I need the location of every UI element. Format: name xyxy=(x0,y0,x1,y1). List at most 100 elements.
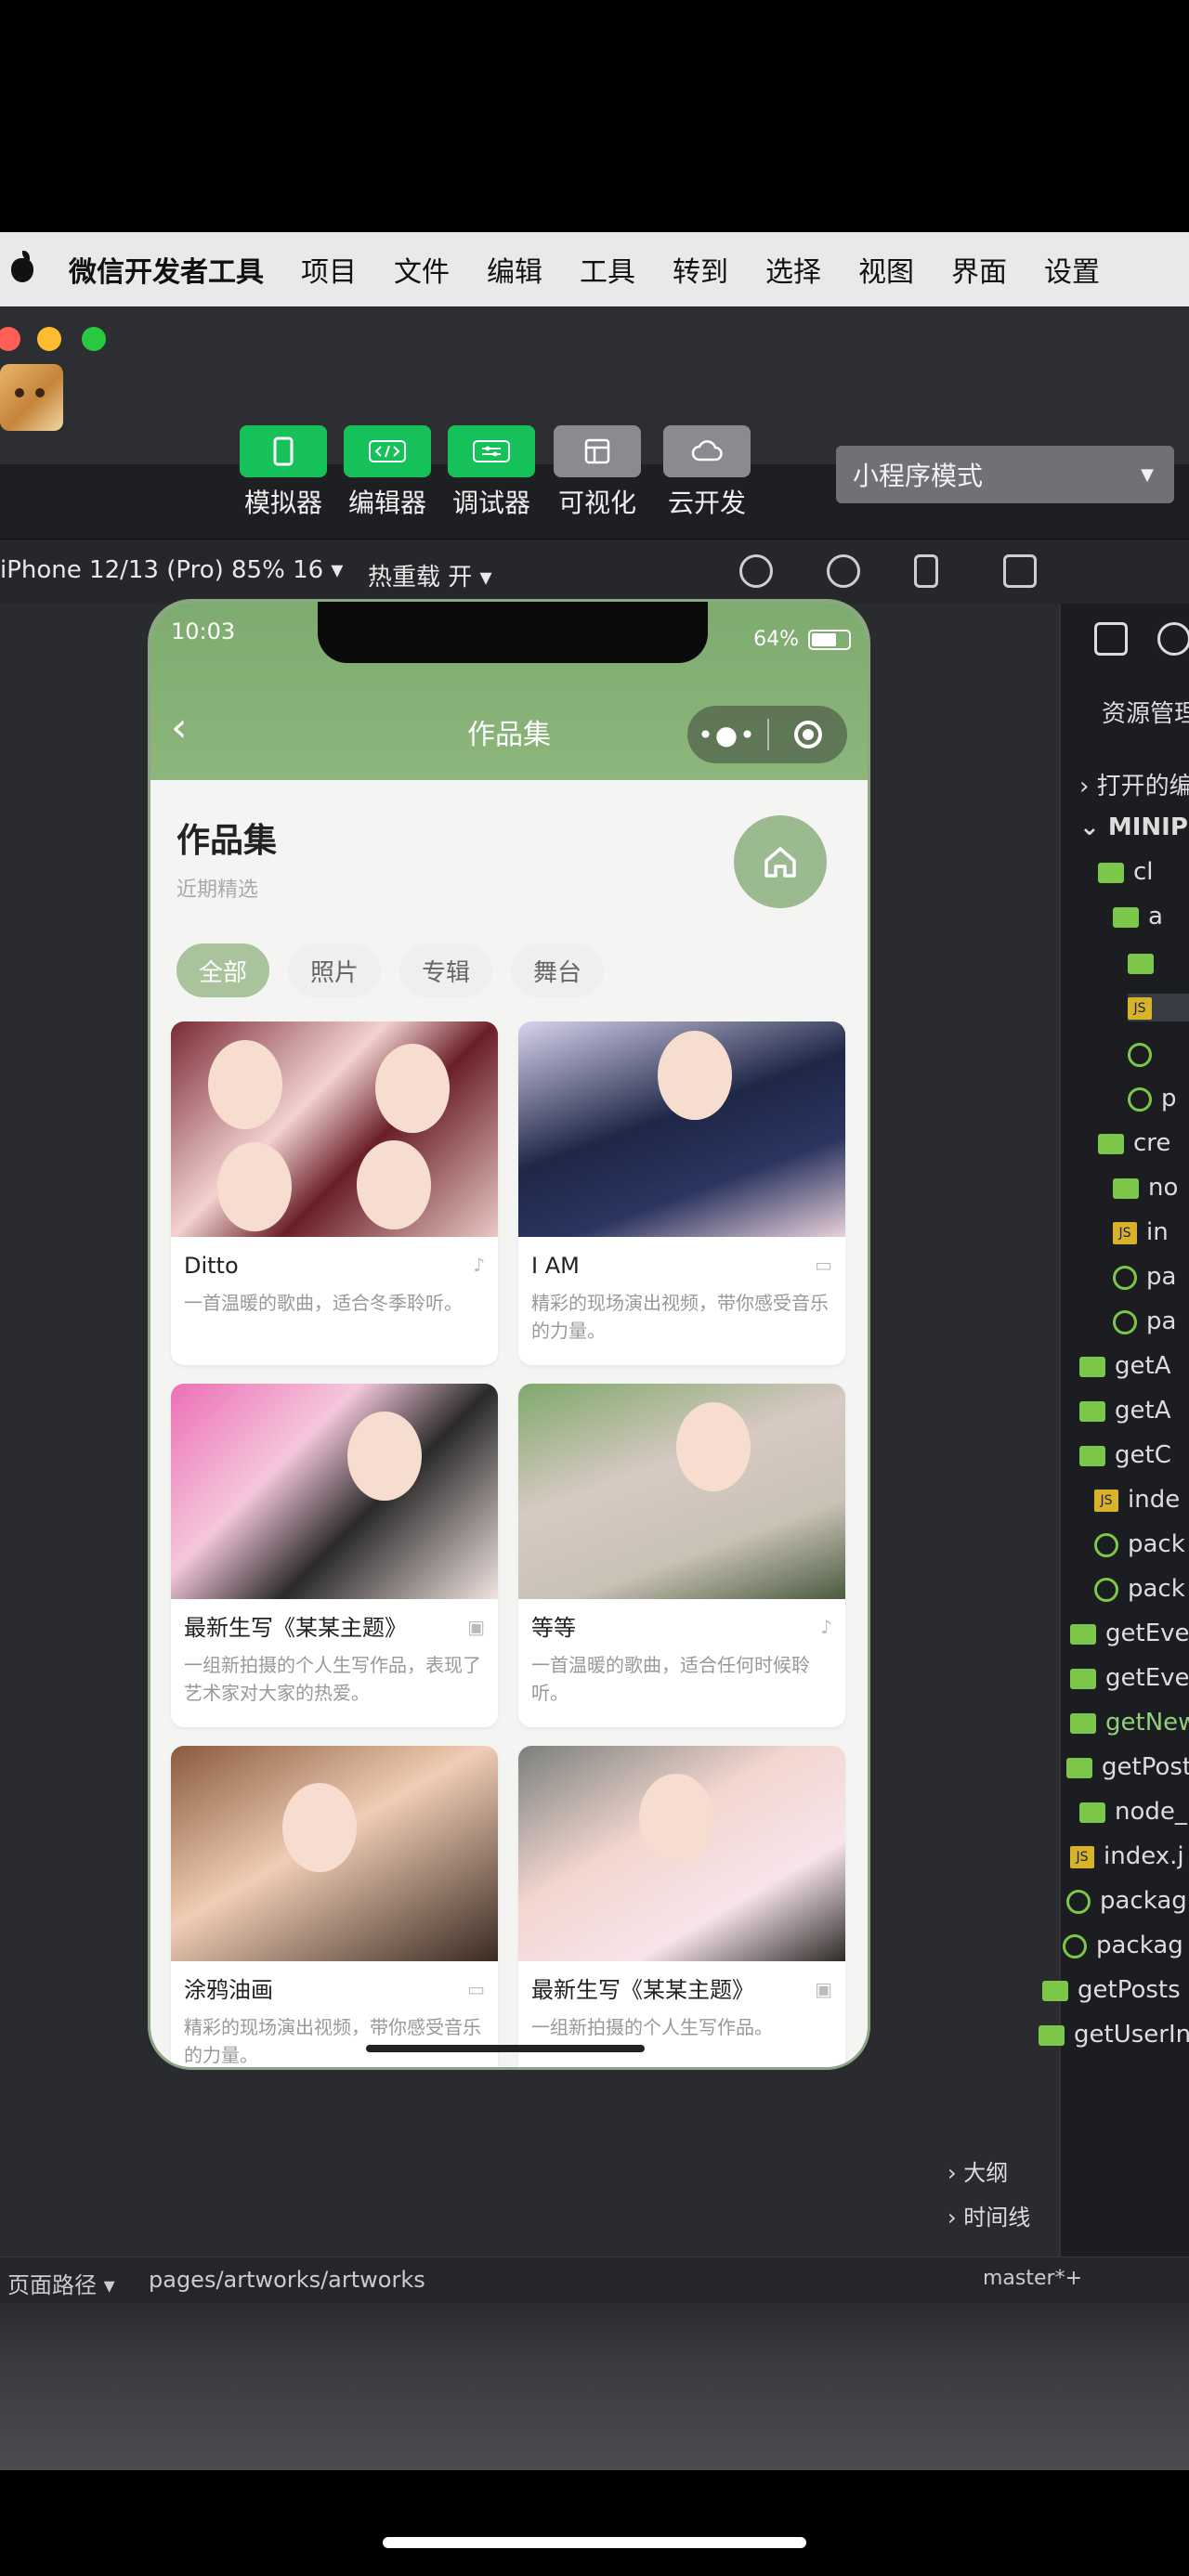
git-branch[interactable]: master*+ xyxy=(983,2267,1082,2290)
project-root[interactable]: ⌄ MINIPRO xyxy=(1079,813,1189,841)
artwork-name: I AM xyxy=(531,1253,580,1279)
home-button[interactable] xyxy=(734,815,827,908)
artwork-card[interactable]: 最新生写《某某主题》 一组新拍摄的个人生写作品，表现了艺术家对大家的热爱。 ▣ xyxy=(171,1384,498,1727)
window-icon[interactable] xyxy=(1003,554,1037,588)
artwork-card[interactable]: 最新生写《某某主题》 一组新拍摄的个人生写作品。 ▣ xyxy=(518,1746,845,2067)
artwork-card[interactable]: 涂鸦油画 精彩的现场演出视频，带你感受音乐的力量。 ▭ xyxy=(171,1746,498,2067)
outline-section[interactable]: › 大纲 xyxy=(947,2154,1008,2187)
tree-row[interactable]: getPost xyxy=(1066,1753,1189,1781)
battery-percent: 64% xyxy=(753,628,799,651)
menu-app-name[interactable]: 微信开发者工具 xyxy=(69,249,264,290)
layout-icon[interactable] xyxy=(554,425,641,477)
tree-row[interactable]: getA xyxy=(1079,1352,1170,1380)
music-icon: ♪ xyxy=(473,1254,485,1276)
menu-item-tools[interactable]: 工具 xyxy=(580,249,635,290)
filter-photos[interactable]: 照片 xyxy=(288,943,382,997)
tree-row[interactable]: pack xyxy=(1094,1575,1185,1603)
timeline-section[interactable]: › 时间线 xyxy=(947,2199,1030,2231)
page-title: 作品集 xyxy=(176,822,278,860)
music-icon: ♪ xyxy=(820,1616,832,1638)
tree-row[interactable]: JS inde xyxy=(1094,1486,1180,1514)
menu-item-interface[interactable]: 界面 xyxy=(951,249,1007,290)
menu-item-file[interactable]: 文件 xyxy=(394,249,450,290)
tree-row[interactable]: JS index.j xyxy=(1070,1842,1184,1870)
tree-row[interactable]: pa xyxy=(1113,1308,1176,1335)
tree-row[interactable]: cl xyxy=(1098,858,1154,886)
tree-row[interactable]: getC xyxy=(1079,1441,1171,1469)
mode-select[interactable]: 小程序模式 ▼ xyxy=(836,446,1174,503)
json-file-icon xyxy=(1063,1933,1087,1958)
search-icon[interactable] xyxy=(1157,622,1189,656)
tree-label: pa xyxy=(1146,1308,1177,1335)
tree-label: a xyxy=(1148,903,1163,930)
filter-all[interactable]: 全部 xyxy=(176,943,270,997)
hot-reload-toggle[interactable]: 热重载 开 ▾ xyxy=(368,558,492,592)
artwork-card[interactable]: 等等 一首温暖的歌曲，适合任何时候聆听。 ♪ xyxy=(518,1384,845,1727)
tree-row[interactable]: pack xyxy=(1094,1530,1185,1558)
tree-row[interactable]: getEve xyxy=(1070,1664,1189,1692)
js-file-icon: JS xyxy=(1094,1489,1118,1512)
minimize-window-button[interactable] xyxy=(37,327,61,351)
tree-row[interactable]: cre xyxy=(1098,1129,1170,1157)
capsule-close-button[interactable] xyxy=(769,721,847,748)
tree-row[interactable] xyxy=(1128,1040,1161,1068)
artwork-card[interactable]: Ditto 一首温暖的歌曲，适合冬季聆听。 ♪ xyxy=(171,1021,498,1365)
folder-icon xyxy=(1070,1623,1096,1645)
status-bar: 页面路径 ▾ pages/artworks/artworks master*+ xyxy=(0,2257,1189,2303)
tree-row[interactable] xyxy=(1128,949,1163,977)
menu-item-select[interactable]: 选择 xyxy=(765,249,821,290)
phone-icon[interactable] xyxy=(240,425,327,477)
tree-row-selected[interactable]: JS xyxy=(1128,994,1189,1021)
tree-row[interactable]: getEve xyxy=(1070,1620,1189,1647)
artwork-card[interactable]: I AM 精彩的现场演出视频，带你感受音乐的力量。 ▭ xyxy=(518,1021,845,1365)
filter-albums[interactable]: 专辑 xyxy=(399,943,493,997)
project-name: MINIPRO xyxy=(1107,813,1189,841)
tree-row[interactable]: node_ xyxy=(1079,1798,1187,1826)
debugger-tool[interactable]: 调试器 xyxy=(448,425,535,520)
menu-item-view[interactable]: 视图 xyxy=(858,249,914,290)
tree-row[interactable]: getA xyxy=(1079,1397,1170,1425)
filter-stage[interactable]: 舞台 xyxy=(511,943,605,997)
tree-row[interactable]: packag xyxy=(1066,1887,1187,1915)
editor-tool[interactable]: 编辑器 xyxy=(344,425,431,520)
more-dots-icon[interactable]: •●• xyxy=(687,720,767,750)
folder-icon xyxy=(1039,2024,1065,2046)
tree-label: inde xyxy=(1128,1486,1181,1514)
tree-label: no xyxy=(1148,1174,1179,1202)
tree-row[interactable]: pa xyxy=(1113,1263,1176,1291)
refresh-icon[interactable] xyxy=(739,554,773,588)
visual-tool[interactable]: 可视化 xyxy=(554,425,641,520)
cloud-tool[interactable]: 云开发 xyxy=(663,425,751,520)
stop-icon[interactable] xyxy=(827,554,860,588)
device-select[interactable]: iPhone 12/13 (Pro) 85% 16 ▾ xyxy=(0,556,343,584)
page-subtitle: 近期精选 xyxy=(176,878,259,902)
cloud-icon[interactable] xyxy=(663,425,751,477)
tree-label: getA xyxy=(1115,1352,1171,1380)
user-avatar[interactable] xyxy=(0,364,63,431)
apple-icon[interactable] xyxy=(6,251,43,288)
tree-row[interactable]: JS in xyxy=(1113,1218,1169,1246)
tree-row[interactable]: no xyxy=(1113,1174,1178,1202)
tree-row[interactable]: a xyxy=(1113,903,1163,930)
code-icon[interactable] xyxy=(344,425,431,477)
phone-preview-icon[interactable] xyxy=(914,554,938,588)
menu-item-edit[interactable]: 编辑 xyxy=(487,249,542,290)
sliders-icon[interactable] xyxy=(448,425,535,477)
tree-row[interactable]: getNew xyxy=(1070,1709,1189,1737)
tree-row[interactable]: getUserIn xyxy=(1039,2021,1189,2049)
tree-row[interactable]: packag xyxy=(1063,1932,1183,1959)
page-path[interactable]: pages/artworks/artworks xyxy=(149,2267,425,2293)
page-path-label[interactable]: 页面路径 ▾ xyxy=(7,2267,115,2299)
tree-row[interactable]: getPosts xyxy=(1042,1976,1181,2004)
files-icon[interactable] xyxy=(1094,622,1128,656)
menu-item-settings[interactable]: 设置 xyxy=(1044,249,1100,290)
menu-item-project[interactable]: 项目 xyxy=(301,249,357,290)
tree-row[interactable]: p xyxy=(1128,1085,1177,1112)
menu-item-goto[interactable]: 转到 xyxy=(673,249,728,290)
open-editors-section[interactable]: › 打开的编 xyxy=(1079,767,1189,801)
close-window-button[interactable] xyxy=(0,327,20,351)
tree-label: pa xyxy=(1146,1263,1177,1291)
zoom-window-button[interactable] xyxy=(82,327,106,351)
folder-icon xyxy=(1079,1802,1105,1823)
simulator-tool[interactable]: 模拟器 xyxy=(240,425,327,520)
